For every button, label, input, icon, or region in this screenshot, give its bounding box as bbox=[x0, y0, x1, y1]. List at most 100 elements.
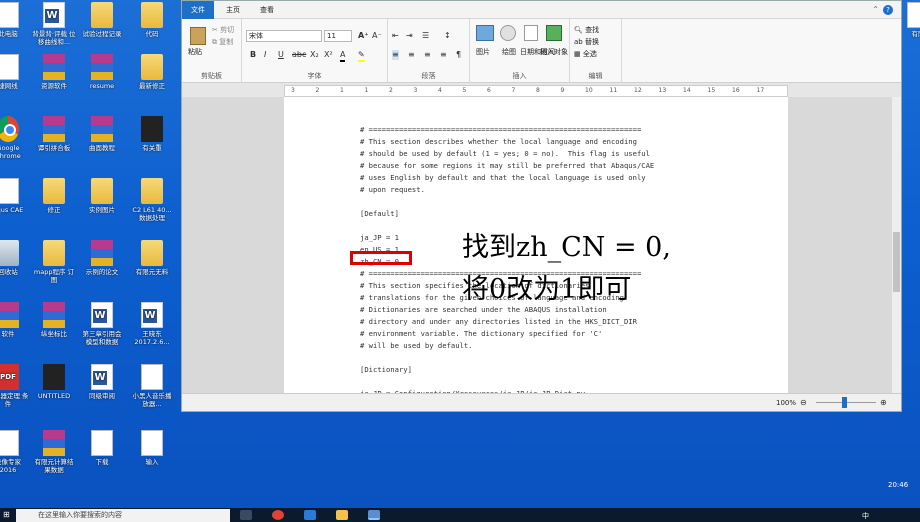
desktop-icon[interactable]: 捷网线 bbox=[0, 54, 30, 90]
zoom-level: 100% bbox=[776, 399, 797, 407]
tab-file[interactable]: 文件 bbox=[182, 1, 214, 19]
vertical-scrollbar[interactable] bbox=[892, 97, 901, 393]
align-center-icon[interactable]: ≡ bbox=[408, 50, 415, 60]
select-all-button[interactable]: ▦ 全选 bbox=[574, 49, 597, 59]
shrink-font-icon[interactable]: A⁻ bbox=[372, 31, 382, 41]
desktop-icon[interactable]: 有关重 bbox=[130, 116, 174, 152]
bullets-icon[interactable]: ☰ bbox=[422, 31, 429, 41]
desktop-icon[interactable]: 谭引拼合板 bbox=[32, 116, 76, 152]
align-left-icon[interactable]: ≡ bbox=[392, 50, 399, 60]
desktop-icon[interactable]: 此电脑 bbox=[0, 2, 30, 38]
paragraph-icon[interactable]: ¶ bbox=[456, 50, 461, 60]
desktop-icon[interactable]: 代码 bbox=[130, 2, 174, 38]
picture-icon[interactable] bbox=[476, 25, 494, 41]
desktop-icon-label: 录像专家 2016 bbox=[0, 458, 21, 474]
taskbar-search[interactable]: 在这里输入你要搜索的内容 bbox=[16, 509, 230, 522]
decrease-indent-icon[interactable]: ⇤ bbox=[392, 31, 399, 41]
subscript-button[interactable]: X₂ bbox=[310, 50, 319, 60]
desktop-icon[interactable]: 输入 bbox=[130, 430, 174, 466]
desktop-icon[interactable]: mapp程序 订图 bbox=[32, 240, 76, 284]
paste-button[interactable]: 粘贴 bbox=[188, 47, 202, 57]
strikethrough-button[interactable]: abc bbox=[292, 50, 306, 60]
desktop-icon[interactable]: 第三章引用会 模型和数据 bbox=[80, 302, 124, 346]
zoom-out-icon[interactable]: ⊖ bbox=[800, 398, 807, 408]
tab-home[interactable]: 主页 bbox=[220, 1, 246, 19]
desktop-icon-label: 小黑人音乐播 放器... bbox=[132, 392, 172, 408]
desktop-icon[interactable]: C2 L61 40... 数据处理 bbox=[130, 178, 174, 222]
folder-icon bbox=[141, 240, 163, 266]
desktop-icon[interactable]: 下载 bbox=[80, 430, 124, 466]
desktop-icon[interactable]: 资源软件 bbox=[32, 54, 76, 90]
desktop-icon[interactable]: 最新修正 bbox=[130, 54, 174, 90]
desktop-icon[interactable]: 有限元计算结 果数据 bbox=[32, 430, 76, 474]
paste-icon[interactable] bbox=[190, 27, 206, 45]
clipboard-group: 粘贴 ✂ 剪切 ⧉ 复制 剪贴板 bbox=[182, 19, 242, 83]
document-page[interactable]: # ======================================… bbox=[284, 97, 788, 398]
calendar-icon[interactable] bbox=[524, 25, 538, 41]
desktop-icon[interactable]: 录像专家 2016 bbox=[0, 430, 30, 474]
ruler-tick: 11 bbox=[609, 87, 618, 94]
find-label: 查找 bbox=[585, 26, 600, 34]
desktop-icon[interactable]: 软件 bbox=[0, 302, 30, 338]
object-icon[interactable] bbox=[546, 25, 562, 41]
desktop-icon[interactable]: 回收站 bbox=[0, 240, 30, 276]
font-color-button[interactable]: A bbox=[340, 50, 346, 62]
desktop-icon[interactable]: 修正 bbox=[32, 178, 76, 214]
font-size-select[interactable]: 11 bbox=[324, 30, 352, 42]
desktop-icon[interactable]: 纵坐标比 bbox=[32, 302, 76, 338]
explorer-taskbar-icon[interactable] bbox=[336, 510, 348, 520]
start-icon[interactable]: ⊞ bbox=[3, 510, 10, 520]
wordpad-taskbar-icon[interactable] bbox=[368, 510, 380, 520]
desktop-icon[interactable]: 王晓东 2017.2.6... bbox=[130, 302, 174, 346]
desktop-icon[interactable]: 实例图片 bbox=[80, 178, 124, 214]
help-icon[interactable]: ? bbox=[883, 5, 893, 15]
desktop-icon[interactable]: 小黑人音乐播 放器... bbox=[130, 364, 174, 408]
tab-view[interactable]: 查看 bbox=[254, 1, 280, 19]
task-view-icon[interactable] bbox=[240, 510, 252, 520]
desktop-icon[interactable]: 试验过程记录 bbox=[80, 2, 124, 38]
increase-indent-icon[interactable]: ⇥ bbox=[406, 31, 413, 41]
desktop-icon[interactable]: aqus CAE bbox=[0, 178, 30, 214]
doc-icon bbox=[0, 2, 19, 28]
ruler[interactable]: 3 2 1 1 2 3 4 5 6 7 8 9 10 11 12 13 14 15 16 17 bbox=[284, 85, 788, 97]
grow-font-icon[interactable]: A⁺ bbox=[358, 31, 368, 41]
desktop-icon[interactable]: resume bbox=[80, 54, 124, 90]
align-right-icon[interactable]: ≡ bbox=[424, 50, 431, 60]
desktop-icon[interactable]: 同级审阅 bbox=[80, 364, 124, 400]
superscript-button[interactable]: X² bbox=[324, 50, 333, 60]
desktop-icon[interactable]: 背景背·评载 位移曲线和... bbox=[32, 2, 76, 46]
underline-button[interactable]: U bbox=[278, 50, 284, 60]
bold-button[interactable]: B bbox=[250, 50, 256, 60]
cut-button[interactable]: ✂ 剪切 bbox=[212, 25, 234, 35]
draw-button[interactable]: 绘图 bbox=[502, 47, 516, 57]
line-spacing-icon[interactable]: ↕ bbox=[444, 31, 451, 41]
desktop-icon[interactable]: Google Chrome bbox=[0, 116, 30, 160]
desktop-icon[interactable]: UNTITLED bbox=[32, 364, 76, 400]
desktop-icon[interactable]: 示例的论文 bbox=[80, 240, 124, 276]
paragraph-group-label: 段落 bbox=[421, 72, 436, 80]
zoom-in-icon[interactable]: ⊕ bbox=[880, 398, 887, 408]
highlight-button[interactable]: ✎ bbox=[358, 50, 365, 62]
copy-button[interactable]: ⧉ 复制 bbox=[212, 37, 233, 47]
find-button[interactable]: 🔍︎ 查找 bbox=[574, 25, 599, 35]
paint-drawing-icon[interactable] bbox=[500, 25, 516, 41]
picture-button[interactable]: 图片 bbox=[476, 47, 490, 57]
desktop-icon[interactable]: PDF 编辑器定理 条件 bbox=[0, 364, 30, 408]
justify-icon[interactable]: ≡ bbox=[440, 50, 447, 60]
replace-button[interactable]: ab 替换 bbox=[574, 37, 599, 47]
desktop-icon-label: 曲面教程 bbox=[89, 144, 115, 152]
chrome-taskbar-icon[interactable] bbox=[272, 510, 284, 520]
scroll-thumb[interactable] bbox=[893, 232, 900, 292]
desktop-icon[interactable]: 有限元无料 bbox=[130, 240, 174, 276]
desktop-icon[interactable]: 曲面教程 bbox=[80, 116, 124, 152]
ime-indicator[interactable]: 中 bbox=[862, 511, 869, 521]
font-name-select[interactable]: 宋体 bbox=[246, 30, 322, 42]
insert-object-button[interactable]: 插入对象 bbox=[540, 47, 568, 57]
cut-label: 剪切 bbox=[220, 26, 235, 34]
italic-button[interactable]: I bbox=[264, 50, 266, 60]
chevron-up-icon[interactable]: ⌃ bbox=[872, 5, 879, 15]
app-taskbar-icon[interactable] bbox=[304, 510, 316, 520]
clock[interactable]: 20:46 bbox=[888, 481, 914, 489]
ruler-tick: 1 bbox=[364, 87, 369, 94]
zoom-slider-thumb[interactable] bbox=[842, 397, 847, 408]
